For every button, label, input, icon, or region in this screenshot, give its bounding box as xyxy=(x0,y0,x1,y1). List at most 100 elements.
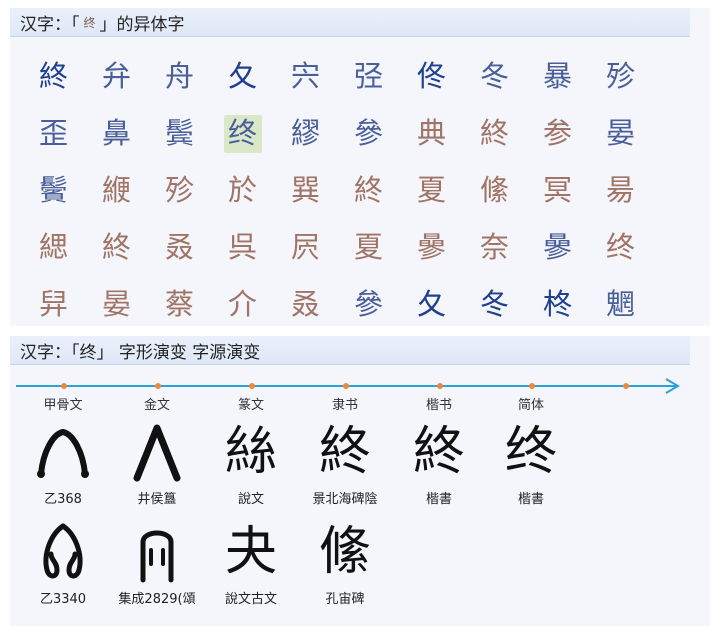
variant-glyph-cell[interactable]: 舁 xyxy=(22,276,85,333)
variant-glyph: 冥 xyxy=(542,173,572,207)
variant-glyph-cell[interactable]: 參 xyxy=(337,276,400,333)
timeline-dot xyxy=(623,383,629,389)
variants-header: 汉字：「 终 」的异体字 xyxy=(10,8,690,37)
glyph-item: 絛 孔宙碑 xyxy=(305,520,385,607)
variant-glyph-cell[interactable]: 弪 xyxy=(337,48,400,105)
variant-glyph-cell[interactable]: 冬 xyxy=(463,48,526,105)
variant-glyph: 介 xyxy=(227,287,257,321)
glyph-caption: 集成2829(頌 xyxy=(118,592,196,607)
variant-glyph-cell[interactable]: 鬢 xyxy=(22,162,85,219)
variant-glyph: 终 xyxy=(605,230,635,264)
variant-glyph-cell[interactable]: 歪 xyxy=(22,105,85,162)
variant-glyph-cell[interactable]: 宍 xyxy=(274,48,337,105)
stage-label: 甲骨文 xyxy=(43,398,83,413)
variant-glyph-cell[interactable]: 介 xyxy=(211,276,274,333)
title-suffix: 」的异体字 xyxy=(99,14,185,35)
variant-glyph-cell[interactable]: 柊 xyxy=(526,276,589,333)
variant-glyph-cell[interactable]: 弁 xyxy=(85,48,148,105)
variant-glyph: 柊 xyxy=(542,287,572,321)
evolution-panel: 汉字：「终」 字形演变 字源演变 甲骨文 金文 篆文 隶书 楷书 简体 乙368 xyxy=(10,336,710,626)
oracle-bone-glyph-2 xyxy=(23,520,103,584)
variant-glyph: 佟 xyxy=(416,59,446,93)
variant-glyph-cell[interactable]: 晏 xyxy=(85,276,148,333)
variant-grid: 終弁舟夂宍弪佟冬暴殄歪鼻鬓终繆參典終参晏鬢緶殄於巽終夏絛冥昜緦終叒呉屄夏曑奈曑终… xyxy=(22,48,652,333)
variant-glyph: 終 xyxy=(479,116,509,150)
evolution-title: 汉字：「终」 字形演变 字源演变 xyxy=(20,342,261,363)
stage-labels: 甲骨文 金文 篆文 隶书 楷书 简体 xyxy=(10,394,690,414)
variant-glyph-cell[interactable]: 殄 xyxy=(148,162,211,219)
variant-glyph-cell[interactable]: 終 xyxy=(22,48,85,105)
variant-glyph: 殄 xyxy=(164,173,194,207)
variant-glyph: 宍 xyxy=(290,59,320,93)
variant-glyph-cell[interactable]: 屄 xyxy=(274,219,337,276)
variant-glyph-cell[interactable]: 冥 xyxy=(526,162,589,219)
variant-glyph: 巽 xyxy=(290,173,320,207)
variant-glyph-cell[interactable]: 繆 xyxy=(274,105,337,162)
glyph-item: 集成2829(頌 xyxy=(117,520,197,607)
bronze-glyph-2-icon xyxy=(140,530,174,583)
variant-glyph: 晏 xyxy=(605,116,635,150)
variant-glyph-cell[interactable]: 参 xyxy=(526,105,589,162)
variant-glyph-cell[interactable]: 鼻 xyxy=(85,105,148,162)
variant-glyph-cell[interactable]: 緦 xyxy=(22,219,85,276)
variant-glyph: 於 xyxy=(227,173,257,207)
variant-glyph-cell[interactable]: 夂 xyxy=(211,48,274,105)
clerical-glyph: 終 xyxy=(318,422,371,482)
variant-glyph-cell[interactable]: 舟 xyxy=(148,48,211,105)
variant-glyph-cell[interactable]: 夂 xyxy=(400,276,463,333)
variant-glyph-cell[interactable]: 終 xyxy=(463,105,526,162)
variant-glyph-cell[interactable]: 冬 xyxy=(463,276,526,333)
variant-glyph-cell[interactable]: 终 xyxy=(211,105,274,162)
variant-glyph-cell[interactable]: 參 xyxy=(337,105,400,162)
glyph-caption: 景北海碑陰 xyxy=(312,492,378,507)
timeline xyxy=(16,378,680,394)
variant-glyph-cell[interactable]: 典 xyxy=(400,105,463,162)
variant-glyph-cell[interactable]: 於 xyxy=(211,162,274,219)
variant-glyph-cell[interactable]: 絛 xyxy=(463,162,526,219)
variant-glyph: 舟 xyxy=(164,59,194,93)
variant-glyph: 典 xyxy=(416,116,446,150)
variant-glyph-cell[interactable]: 緶 xyxy=(85,162,148,219)
variant-glyph-cell[interactable]: 奈 xyxy=(463,219,526,276)
variant-glyph-cell[interactable]: 殄 xyxy=(589,48,652,105)
variant-glyph-cell[interactable]: 晏 xyxy=(589,105,652,162)
timeline-dot xyxy=(343,383,349,389)
variant-glyph-cell[interactable]: 佟 xyxy=(400,48,463,105)
variant-glyph: 夂 xyxy=(227,59,257,93)
variant-glyph: 晏 xyxy=(101,287,131,321)
variant-glyph-cell[interactable]: 曑 xyxy=(400,219,463,276)
glyph-item: 乙3340 xyxy=(23,520,103,607)
variant-glyph-cell[interactable]: 呉 xyxy=(211,219,274,276)
variant-glyph-cell[interactable]: 暴 xyxy=(526,48,589,105)
evolution-header: 汉字：「终」 字形演变 字源演变 xyxy=(10,336,690,365)
glyph-caption: 乙3340 xyxy=(39,592,87,607)
variant-glyph: 夂 xyxy=(416,287,446,321)
glyph-caption: 楷書 xyxy=(517,492,544,507)
variant-glyph: 參 xyxy=(353,287,383,321)
variant-glyph-cell[interactable]: 昜 xyxy=(589,162,652,219)
variant-glyph-cell[interactable]: 夏 xyxy=(337,219,400,276)
variant-glyph-cell[interactable]: 叒 xyxy=(274,276,337,333)
stage-label: 篆文 xyxy=(237,398,264,413)
variant-glyph: 叒 xyxy=(164,230,194,264)
variants-panel: 汉字：「 终 」的异体字 終弁舟夂宍弪佟冬暴殄歪鼻鬓终繆參典終参晏鬢緶殄於巽終夏… xyxy=(10,8,710,326)
variant-glyph-cell[interactable]: 蔡 xyxy=(148,276,211,333)
glyph-caption: 說文古文 xyxy=(224,592,277,607)
variant-glyph-cell[interactable]: 鬓 xyxy=(148,105,211,162)
glyph-caption: 乙368 xyxy=(44,492,82,507)
variants-title: 汉字：「 终 」的异体字 xyxy=(10,10,185,35)
variant-glyph-cell[interactable]: 魍 xyxy=(589,276,652,333)
variant-glyph: 曑 xyxy=(542,230,572,264)
variant-glyph: 夏 xyxy=(353,230,383,264)
timeline-dot xyxy=(155,383,161,389)
variant-glyph-cell[interactable]: 终 xyxy=(589,219,652,276)
glyph-item: 終 楷書 xyxy=(399,420,479,507)
variant-glyph-cell[interactable]: 叒 xyxy=(148,219,211,276)
variant-glyph-cell[interactable]: 終 xyxy=(85,219,148,276)
variant-glyph-cell[interactable]: 巽 xyxy=(274,162,337,219)
variant-glyph-cell[interactable]: 夏 xyxy=(400,162,463,219)
variant-glyph-cell[interactable]: 曑 xyxy=(526,219,589,276)
stage-label: 金文 xyxy=(143,398,170,413)
title-prefix: 汉字：「 xyxy=(20,14,80,35)
variant-glyph-cell[interactable]: 終 xyxy=(337,162,400,219)
